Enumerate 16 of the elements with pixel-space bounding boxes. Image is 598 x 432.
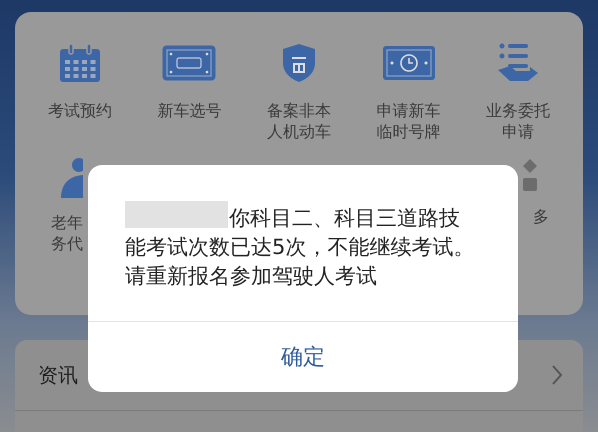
service-label[interactable]: 考试预约 xyxy=(48,100,112,121)
calendar-icon[interactable] xyxy=(58,42,102,84)
hand-list-icon[interactable] xyxy=(496,42,540,84)
service-label[interactable]: 申请新车 临时号牌 xyxy=(376,100,441,142)
dialog-message: 你科目二、科目三道路技能考试次数已达5次，不能继续考试。请重新报名参加驾驶人考试 xyxy=(125,205,476,290)
chevron-right-icon[interactable] xyxy=(551,364,563,386)
shield-icon[interactable] xyxy=(280,42,317,84)
person-icon[interactable] xyxy=(61,158,83,198)
diamond-icon[interactable] xyxy=(522,158,538,192)
confirm-button[interactable]: 确定 xyxy=(88,322,518,392)
service-label[interactable]: 业务委托 申请 xyxy=(486,100,550,142)
service-label[interactable]: 新车选号 xyxy=(157,100,222,121)
service-label[interactable]: 老年 务代 xyxy=(51,212,83,254)
service-label[interactable]: 备案非本 人机动车 xyxy=(266,100,331,142)
news-title[interactable]: 资讯 xyxy=(38,362,78,388)
service-label[interactable]: 多 xyxy=(533,206,549,227)
